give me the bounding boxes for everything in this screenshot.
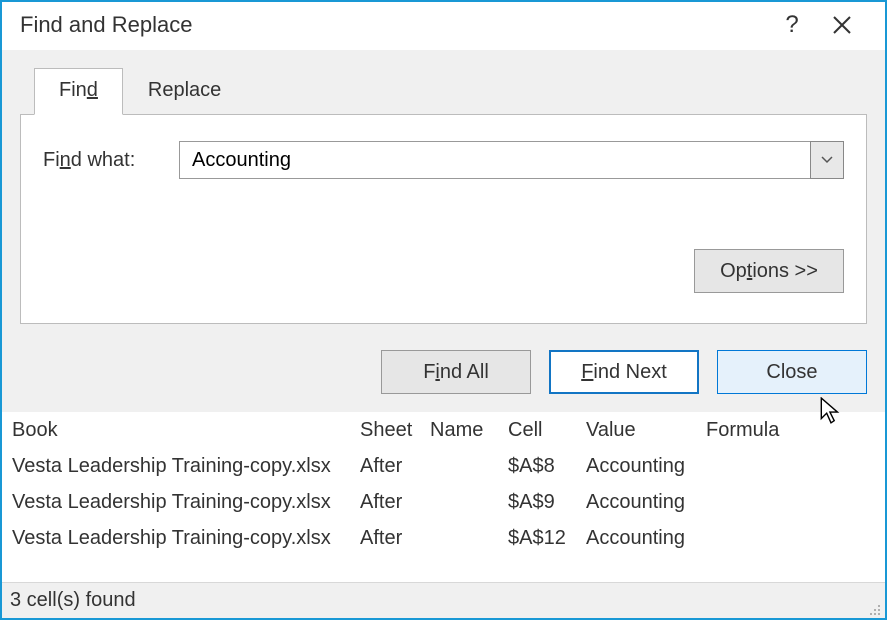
tab-replace[interactable]: Replace xyxy=(123,68,246,114)
cell-sheet: After xyxy=(360,491,430,514)
find-what-combo xyxy=(179,141,844,179)
col-cell[interactable]: Cell xyxy=(508,419,586,442)
find-what-input[interactable] xyxy=(179,141,810,179)
cell-book: Vesta Leadership Training-copy.xlsx xyxy=(12,455,360,478)
cell-value: Accounting xyxy=(586,455,706,478)
find-next-button[interactable]: Find Next xyxy=(549,350,699,394)
cell-book: Vesta Leadership Training-copy.xlsx xyxy=(12,491,360,514)
find-replace-dialog: Find and Replace ? Find Replace Find wha… xyxy=(0,0,887,620)
cell-sheet: After xyxy=(360,527,430,550)
status-text: 3 cell(s) found xyxy=(10,589,136,612)
find-what-dropdown-button[interactable] xyxy=(810,141,844,179)
tabs: Find Replace xyxy=(34,68,867,114)
find-what-label: Find what: xyxy=(43,149,163,172)
cell-book: Vesta Leadership Training-copy.xlsx xyxy=(12,527,360,550)
cell-value: Accounting xyxy=(586,527,706,550)
close-button[interactable]: Close xyxy=(717,350,867,394)
col-formula[interactable]: Formula xyxy=(706,419,875,442)
resize-grip-icon[interactable] xyxy=(865,599,881,615)
help-icon[interactable]: ? xyxy=(767,11,817,39)
chevron-down-icon xyxy=(821,156,833,164)
find-panel: Find what: Options >> xyxy=(20,114,867,324)
results-table: Book Sheet Name Cell Value Formula Vesta… xyxy=(2,412,885,582)
cell-sheet: After xyxy=(360,455,430,478)
col-book[interactable]: Book xyxy=(12,419,360,442)
col-value[interactable]: Value xyxy=(586,419,706,442)
options-button[interactable]: Options >> xyxy=(694,249,844,293)
dialog-title: Find and Replace xyxy=(20,12,767,38)
cell-cell: $A$9 xyxy=(508,491,586,514)
close-icon[interactable] xyxy=(817,10,867,40)
cell-cell: $A$8 xyxy=(508,455,586,478)
table-row[interactable]: Vesta Leadership Training-copy.xlsxAfter… xyxy=(2,448,885,484)
results-header: Book Sheet Name Cell Value Formula xyxy=(2,412,885,448)
table-row[interactable]: Vesta Leadership Training-copy.xlsxAfter… xyxy=(2,520,885,556)
titlebar: Find and Replace ? xyxy=(2,2,885,50)
dialog-body: Find Replace Find what: Options >> Find … xyxy=(2,50,885,412)
col-name[interactable]: Name xyxy=(430,419,508,442)
find-all-button[interactable]: Find All xyxy=(381,350,531,394)
tab-find[interactable]: Find xyxy=(34,68,123,115)
find-what-row: Find what: xyxy=(43,141,844,179)
status-bar: 3 cell(s) found xyxy=(2,582,885,618)
dialog-buttons: Find All Find Next Close xyxy=(20,350,867,394)
cell-cell: $A$12 xyxy=(508,527,586,550)
table-row[interactable]: Vesta Leadership Training-copy.xlsxAfter… xyxy=(2,484,885,520)
cell-value: Accounting xyxy=(586,491,706,514)
col-sheet[interactable]: Sheet xyxy=(360,419,430,442)
